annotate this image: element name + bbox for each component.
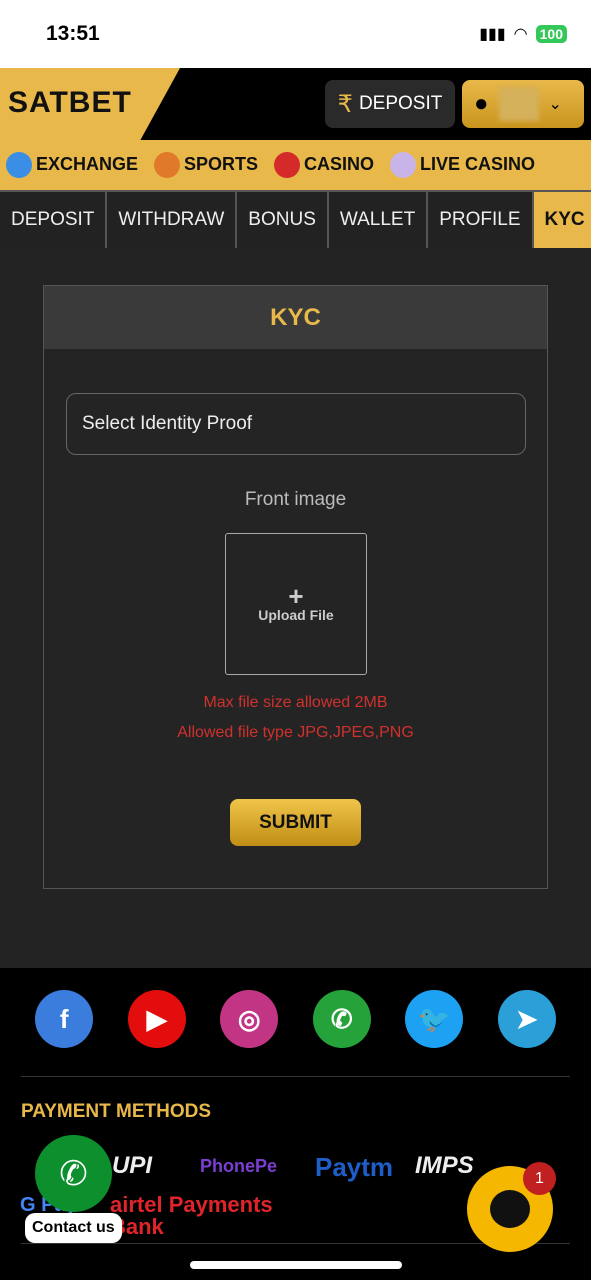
whatsapp-icon[interactable]: ✆ [312,990,371,1048]
twitter-icon[interactable]: 🐦 [405,990,464,1048]
tab-kyc[interactable]: KYC [533,192,591,248]
category-nav: EXCHANGE SPORTS CASINO LIVE CASINO [0,140,591,190]
youtube-icon[interactable]: ▶ [127,990,186,1048]
status-icons: ▮▮▮ ◠ 100 [479,24,567,44]
divider [21,1076,570,1077]
category-label: LIVE CASINO [420,153,536,174]
whatsapp-float-button[interactable]: ✆ [35,1135,112,1212]
upload-label: Upload File [258,607,334,623]
category-sports[interactable]: SPORTS [154,152,258,178]
submit-button[interactable]: SUBMIT [230,799,361,846]
kyc-card: KYC Select Identity Proof Front image + U… [43,285,548,889]
instagram-icon[interactable]: ◎ [220,990,279,1048]
category-casino[interactable]: CASINO [274,152,374,178]
casino-chip-icon [274,152,301,178]
imps-logo: IMPS [415,1152,474,1179]
payment-methods-title: PAYMENT METHODS [21,1101,212,1122]
account-tabs: DEPOSIT WITHDRAW BONUS WALLET PROFILE KYC [0,190,591,248]
home-indicator [190,1261,402,1269]
social-links: f ▶ ◎ ✆ 🐦 ➤ [0,968,591,1048]
whatsapp-icon: ✆ [59,1154,88,1193]
plus-icon: + [288,581,304,611]
facebook-icon[interactable]: f [35,990,94,1048]
front-image-label: Front image [244,489,347,510]
upload-file-button[interactable]: + Upload File [225,533,367,675]
contact-us-label[interactable]: Contact us [25,1213,122,1243]
chat-badge: 1 [523,1162,556,1195]
chevron-down-icon: ⌄ [548,96,562,113]
phonepe-logo: PhonePe [200,1156,278,1176]
airtel-logo: airtel Payments Bank [110,1192,273,1239]
logo[interactable]: SATBET [0,68,180,140]
tab-withdraw[interactable]: WITHDRAW [107,192,238,248]
identity-proof-select[interactable]: Select Identity Proof [66,393,526,455]
category-exchange[interactable]: EXCHANGE [6,152,138,178]
user-menu-button[interactable]: ● ⌄ [462,80,584,128]
header: SATBET ₹ DEPOSIT ● ⌄ [0,68,591,140]
file-type-note: Allowed file type JPG,JPEG,PNG [177,724,414,741]
kyc-title: KYC [44,286,547,349]
chat-bubble-icon [490,1190,530,1228]
rupee-icon: ₹ [337,90,353,118]
paytm-logo: Paytm [315,1152,394,1182]
battery-icon: 100 [535,25,567,43]
status-bar: 13:51 ▮▮▮ ◠ 100 [0,0,591,68]
sports-icon [154,152,181,178]
deposit-button[interactable]: ₹ DEPOSIT [325,80,455,128]
category-label: EXCHANGE [36,153,139,174]
max-size-note: Max file size allowed 2MB [203,694,388,711]
category-label: CASINO [304,153,375,174]
exchange-icon [6,152,32,178]
cards-icon [390,152,417,178]
category-label: SPORTS [184,153,259,174]
tab-wallet[interactable]: WALLET [329,192,429,248]
deposit-label: DEPOSIT [358,93,443,114]
telegram-icon[interactable]: ➤ [497,990,556,1048]
tab-profile[interactable]: PROFILE [428,192,534,248]
wifi-icon: ◠ [513,26,528,43]
category-live-casino[interactable]: LIVE CASINO [390,152,535,178]
tab-deposit[interactable]: DEPOSIT [0,192,108,248]
username-blurred [498,87,539,121]
tab-bonus[interactable]: BONUS [237,192,329,248]
upi-logo: UPI [112,1152,153,1179]
user-icon: ● [474,90,489,117]
signal-icon: ▮▮▮ [479,26,506,43]
clock: 13:51 [46,22,100,45]
